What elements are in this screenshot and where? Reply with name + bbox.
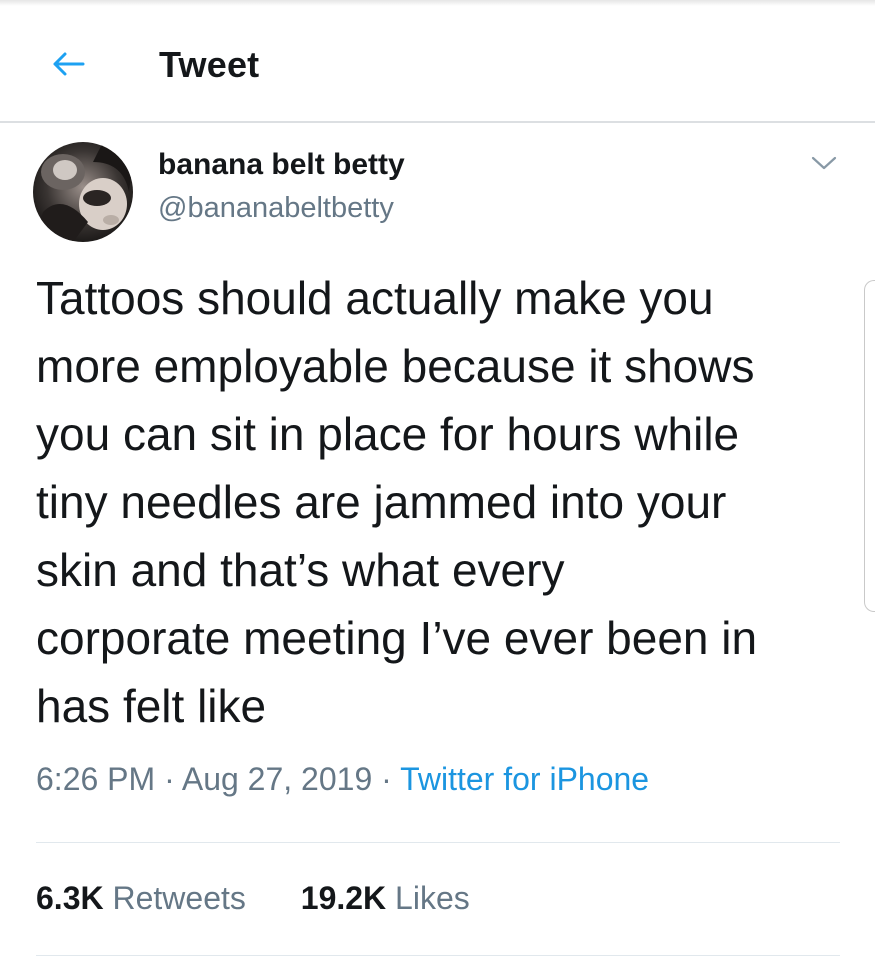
avatar[interactable] xyxy=(33,142,133,242)
tweet-date[interactable]: Aug 27, 2019 xyxy=(182,761,372,797)
profile-photo xyxy=(33,142,133,242)
arrow-left-icon xyxy=(53,52,85,76)
tweet-source-link[interactable]: Twitter for iPhone xyxy=(400,761,649,797)
tweet-text-line: skin and that’s what every xyxy=(36,544,565,596)
tweet-stats: 6.3K Retweets 19.2K Likes xyxy=(36,880,516,917)
meta-divider xyxy=(36,842,840,843)
tweet-text-line: has felt like xyxy=(36,680,267,732)
stats-divider xyxy=(36,955,840,956)
tweet-text-line: corporate meeting I’ve ever been in xyxy=(36,612,758,664)
tweet-meta: 6:26 PM · Aug 27, 2019 · Twitter for iPh… xyxy=(36,761,649,798)
tweet-menu-button[interactable] xyxy=(807,150,841,176)
author-name[interactable]: banana belt betty xyxy=(158,148,405,182)
chevron-down-icon xyxy=(811,156,837,170)
tweet-text-line: Tattoos should actually make you xyxy=(36,272,714,324)
likes-label: Likes xyxy=(395,880,470,916)
meta-separator: · xyxy=(381,761,392,797)
tweet-text-line: more employable because it shows xyxy=(36,340,755,392)
app-header: Tweet xyxy=(0,6,875,118)
author-handle[interactable]: @bananabeltbetty xyxy=(158,192,394,225)
likes-stat[interactable]: 19.2K Likes xyxy=(301,880,470,917)
scroll-edge xyxy=(864,280,875,612)
retweets-stat[interactable]: 6.3K Retweets xyxy=(36,880,246,917)
tweet-text: Tattoos should actually make you more em… xyxy=(36,264,851,740)
likes-count: 19.2K xyxy=(300,880,387,916)
meta-separator: · xyxy=(164,761,175,797)
back-button[interactable] xyxy=(44,44,92,84)
tweet-text-line: you can sit in place for hours while xyxy=(36,408,740,460)
tweet-time[interactable]: 6:26 PM xyxy=(36,761,155,797)
retweets-label: Retweets xyxy=(112,880,246,916)
retweets-count: 6.3K xyxy=(36,880,104,916)
header-divider xyxy=(0,121,875,123)
page-title: Tweet xyxy=(159,44,260,85)
tweet-text-line: tiny needles are jammed into your xyxy=(36,476,727,528)
